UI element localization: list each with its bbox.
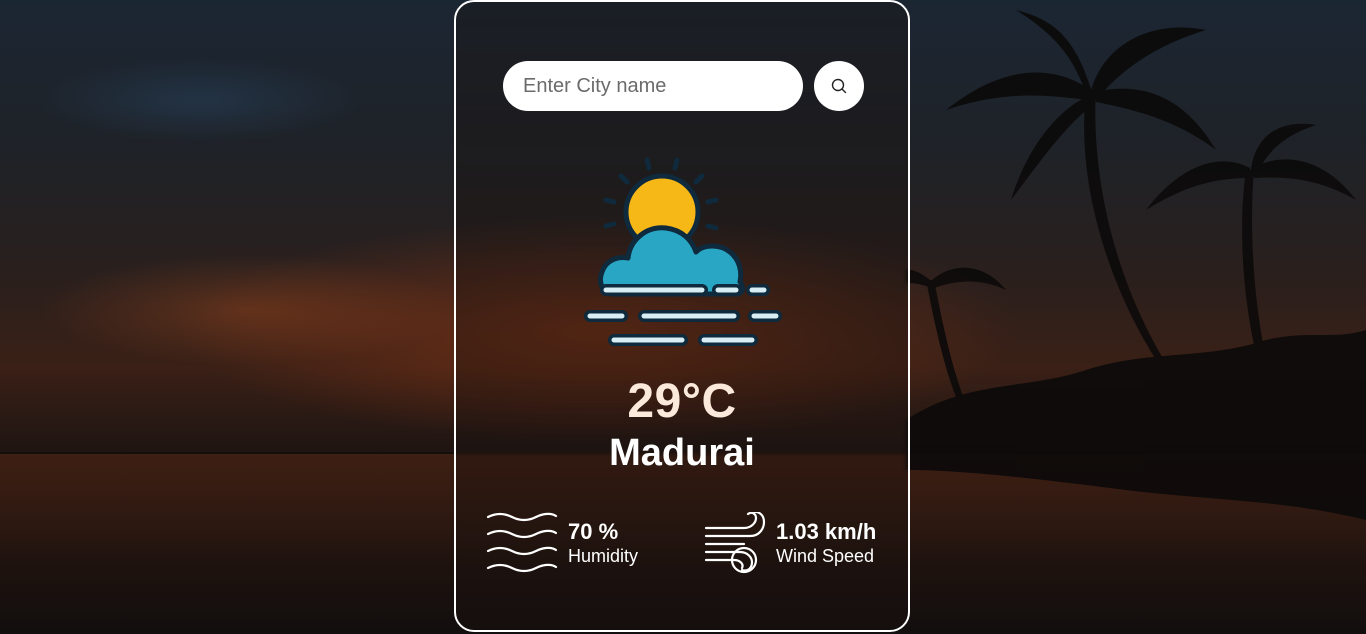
wind-speed-label: Wind Speed <box>776 546 875 566</box>
background-sky-cloud <box>0 40 460 160</box>
search-button[interactable] <box>814 61 864 111</box>
humidity-label: Humidity <box>568 546 639 566</box>
wind-speed-value: 1.03 km/h <box>776 519 877 544</box>
humidity-value: 70 % <box>568 519 619 544</box>
search-bar <box>503 61 865 113</box>
wind-icon <box>704 512 766 574</box>
palm-trees-silhouette <box>906 10 1366 520</box>
search-icon <box>831 78 847 94</box>
humidity-stat: 70 % Humidity <box>486 512 638 574</box>
wind-stat: 1.03 km/h Wind Speed <box>704 512 876 574</box>
humidity-waves-icon <box>486 512 558 573</box>
sun-behind-cloud-mist-icon <box>584 157 782 346</box>
temperature-display: 29°C <box>627 375 737 428</box>
city-name: Madurai <box>609 432 755 474</box>
city-search-input[interactable] <box>503 61 803 111</box>
weather-card: 29°C Madurai 70 % Humidity <box>454 0 910 632</box>
